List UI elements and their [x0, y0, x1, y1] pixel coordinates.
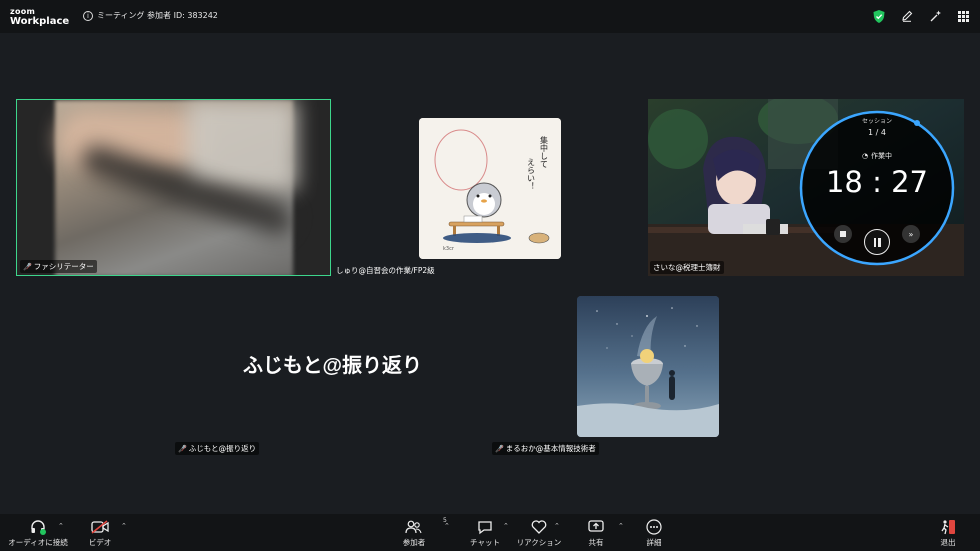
timer-status-text: 作業中 [871, 152, 893, 160]
timer-status-icon: ◔ [861, 152, 869, 160]
meeting-info-text: ミーティング 参加者 ID: 383242 [97, 11, 218, 20]
chat-label: チャット [470, 538, 500, 547]
share-button[interactable]: 共有 [568, 518, 624, 548]
participant-name: しゅり@自習会の作業/FP2級 [336, 266, 435, 275]
participant-name: さいな@税理士簿財 [653, 263, 721, 272]
avatar-tile-shuri[interactable]: 集中して えらい！ k3cr [419, 118, 561, 259]
pen-icon[interactable] [900, 9, 914, 23]
bottom-toolbar: オーディオに接続 ⌃ ビデオ ⌃ 5 参加者 ⌃ チャット ⌃ リアクション ⌃… [0, 514, 980, 551]
heart-icon [531, 518, 547, 536]
participant-name-label: しゅり@自習会の作業/FP2級 [333, 264, 438, 277]
video-label: ビデオ [88, 538, 112, 547]
participant-name-label: 🎤̸ まるおか@基本情報技術者 [492, 442, 599, 455]
penguin-illustration: 集中して えらい！ k3cr [419, 118, 561, 259]
video-options-caret[interactable]: ⌃ [121, 522, 127, 530]
more-icon [646, 518, 662, 536]
top-right-controls [872, 9, 970, 23]
logo-line2: Workplace [10, 16, 70, 27]
svg-text:えらい！: えらい！ [527, 158, 536, 190]
chat-icon [477, 518, 493, 536]
chat-options-caret[interactable]: ⌃ [503, 522, 509, 530]
participant-name: ファシリテーター [33, 262, 94, 271]
reactions-options-caret[interactable]: ⌃ [554, 522, 560, 530]
pause-icon [873, 237, 881, 247]
meeting-info[interactable]: i ミーティング 参加者 ID: 383242 [83, 10, 218, 21]
top-bar: zoom Workplace i ミーティング 参加者 ID: 383242 [0, 0, 980, 33]
ai-sparkle-icon[interactable] [928, 9, 942, 23]
app-logo: zoom Workplace [10, 7, 69, 27]
video-tile-facilitator[interactable]: 🎤̸ ファシリテーター [16, 99, 331, 276]
participant-name-label: 🎤̸ ふじもと@振り返り [175, 442, 260, 455]
focus-timer-widget: セッション 1 / 4 ◔ 作業中 18 : 27 » [796, 107, 958, 269]
audio-label: オーディオに接続 [8, 538, 68, 547]
video-tile-saina[interactable]: セッション 1 / 4 ◔ 作業中 18 : 27 » さいな@税理士簿財 [648, 99, 964, 276]
participant-name-label: さいな@税理士簿財 [650, 261, 724, 274]
more-label: 詳細 [646, 538, 662, 547]
participants-options-caret[interactable]: ⌃ [444, 522, 450, 530]
night-sky-illustration [577, 296, 719, 437]
video-button[interactable]: ビデオ [72, 518, 128, 548]
timer-session-progress: 1 / 4 [868, 128, 886, 137]
participant-name-label: 🎤̸ ファシリテーター [20, 260, 97, 273]
audio-options-caret[interactable]: ⌃ [58, 522, 64, 530]
participant-name: まるおか@基本情報技術者 [505, 444, 596, 453]
skip-forward-icon: » [908, 229, 914, 239]
grid-view-icon[interactable] [956, 9, 970, 23]
participants-button[interactable]: 5 参加者 [386, 517, 447, 548]
share-options-caret[interactable]: ⌃ [618, 522, 624, 530]
mic-muted-icon: 🎤̸ [495, 444, 504, 453]
video-off-icon [91, 518, 109, 536]
participants-label: 参加者 [402, 538, 426, 547]
shield-icon[interactable] [872, 9, 886, 23]
svg-text:集中して: 集中して [540, 135, 549, 168]
mic-muted-icon: 🎤̸ [23, 262, 32, 271]
timer-status: ◔ 作業中 [796, 151, 958, 161]
headphones-icon [30, 518, 46, 536]
leave-label: 退出 [940, 538, 956, 547]
leave-icon [940, 518, 956, 536]
participant-display-name: ふじもと@振り返り [242, 355, 423, 377]
share-screen-icon [588, 518, 604, 536]
timer-stop-button[interactable] [834, 225, 852, 243]
timer-time: 18 : 27 [825, 165, 928, 199]
participant-name: ふじもと@振り返り [188, 444, 257, 453]
blur-blob [187, 100, 297, 190]
timer-skip-button[interactable]: » [902, 225, 920, 243]
reactions-label: リアクション [516, 538, 562, 547]
share-label: 共有 [588, 538, 604, 547]
leave-button[interactable]: 退出 [920, 518, 976, 548]
stop-icon [840, 231, 846, 237]
mic-muted-icon: 🎤̸ [178, 444, 187, 453]
avatar-tile-maruoka[interactable] [577, 296, 719, 437]
illustration-signature: k3cr [443, 246, 455, 252]
timer-pause-button[interactable] [864, 229, 890, 255]
timer-session-label: セッション [861, 118, 892, 125]
more-button[interactable]: 詳細 [626, 518, 682, 548]
info-icon: i [83, 10, 93, 21]
participants-icon: 5 [405, 517, 447, 536]
